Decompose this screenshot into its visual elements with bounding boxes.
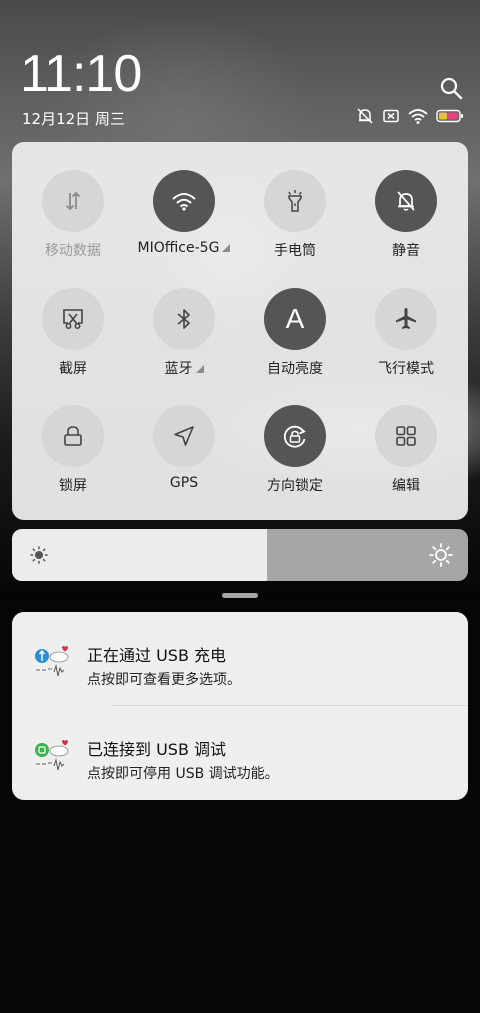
- tile-screenshot[interactable]: 截屏: [18, 260, 128, 377]
- panel-drag-handle[interactable]: [222, 593, 258, 598]
- tile-edit[interactable]: 编辑: [351, 377, 461, 494]
- bluetooth-icon: [177, 309, 190, 329]
- tile-airplane[interactable]: 飞行模式: [351, 260, 461, 377]
- notification-usb-debugging[interactable]: 已连接到 USB 调试 点按即可停用 USB 调试功能。: [12, 706, 468, 800]
- notification-title: 正在通过 USB 充电: [87, 646, 227, 665]
- tile-wifi[interactable]: MIOffice-5G: [129, 142, 239, 256]
- sim-none-icon: [383, 109, 399, 123]
- more-options-triangle-icon: [195, 365, 204, 373]
- brightness-high-icon: [429, 543, 453, 567]
- tile-mute-label: 静音: [392, 243, 420, 259]
- flashlight-icon: [288, 190, 302, 212]
- brightness-slider[interactable]: [12, 529, 468, 581]
- tile-rotation-lock-circle: [264, 405, 326, 467]
- tile-gps-label: GPS: [169, 475, 199, 491]
- wifi-icon: [172, 193, 196, 211]
- tile-lock-screen-label: 锁屏: [59, 478, 87, 494]
- wifi-status-icon: [408, 109, 428, 124]
- tile-edit-circle: [375, 405, 437, 467]
- tile-lock-screen[interactable]: 锁屏: [18, 377, 128, 494]
- more-options-triangle-icon: [222, 244, 231, 252]
- brightness-low-icon: [30, 546, 48, 564]
- tile-auto-brightness[interactable]: A 自动亮度: [240, 260, 350, 377]
- notification-usb-charging[interactable]: 正在通过 USB 充电 点按即可查看更多选项。: [12, 612, 468, 706]
- android-debug-app-icon: [35, 740, 69, 771]
- brightness-slider-fill: [12, 529, 268, 581]
- mute-bell-icon: [357, 108, 373, 124]
- tile-flashlight-label: 手电筒: [274, 243, 316, 259]
- auto-brightness-icon: A: [285, 303, 305, 334]
- notification-title: 已连接到 USB 调试: [87, 740, 227, 759]
- tile-edit-label: 编辑: [392, 478, 420, 494]
- date: 12月12日 周三: [22, 110, 125, 128]
- tile-airplane-circle: [375, 288, 437, 350]
- tile-flashlight[interactable]: 手电筒: [240, 142, 350, 259]
- quick-settings-panel: 移动数据 MIOffice-5G 手电筒 静音 截屏 蓝牙 A 自动亮度 飞行模…: [12, 142, 468, 520]
- tile-auto-brightness-circle: A: [264, 288, 326, 350]
- tile-bluetooth[interactable]: 蓝牙: [129, 260, 239, 377]
- tile-rotation-lock-label: 方向锁定: [267, 478, 323, 494]
- tile-bluetooth-label: 蓝牙: [129, 358, 239, 378]
- tile-gps-circle: [153, 405, 215, 467]
- grid-edit-icon: [396, 426, 416, 446]
- tile-bluetooth-circle: [153, 288, 215, 350]
- notification-panel: 正在通过 USB 充电 点按即可查看更多选项。 已连接到 USB 调试 点按即可…: [12, 612, 468, 800]
- bell-off-icon: [397, 191, 415, 211]
- tile-mute-circle: [375, 170, 437, 232]
- rotation-lock-icon: [283, 425, 306, 448]
- tile-wifi-circle: [153, 170, 215, 232]
- screenshot-icon: [63, 309, 83, 329]
- tile-wifi-label: MIOffice-5G: [129, 240, 239, 256]
- clock: 11:10: [20, 45, 142, 103]
- gps-icon: [174, 426, 194, 446]
- lock-icon: [64, 426, 82, 446]
- airplane-icon: [396, 308, 416, 329]
- battery-icon: [436, 109, 463, 123]
- status-icons: [356, 106, 464, 126]
- notification-body: 点按即可查看更多选项。: [87, 672, 241, 688]
- tile-mute[interactable]: 静音: [351, 142, 461, 259]
- tile-auto-brightness-label: 自动亮度: [267, 361, 323, 377]
- tile-rotation-lock[interactable]: 方向锁定: [240, 377, 350, 494]
- tile-gps[interactable]: GPS: [129, 377, 239, 491]
- tile-mobile-data-label: 移动数据: [45, 243, 101, 259]
- data-arrows-icon: [65, 191, 81, 211]
- tile-screenshot-circle: [42, 288, 104, 350]
- tile-mobile-data-circle: [42, 170, 104, 232]
- tile-lock-screen-circle: [42, 405, 104, 467]
- tile-airplane-label: 飞行模式: [378, 361, 434, 377]
- tile-flashlight-circle: [264, 170, 326, 232]
- notification-body: 点按即可停用 USB 调试功能。: [87, 766, 279, 782]
- search-icon[interactable]: [439, 76, 463, 100]
- tile-screenshot-label: 截屏: [59, 361, 87, 377]
- tile-mobile-data[interactable]: 移动数据: [18, 142, 128, 259]
- usb-charging-app-icon: [35, 646, 69, 677]
